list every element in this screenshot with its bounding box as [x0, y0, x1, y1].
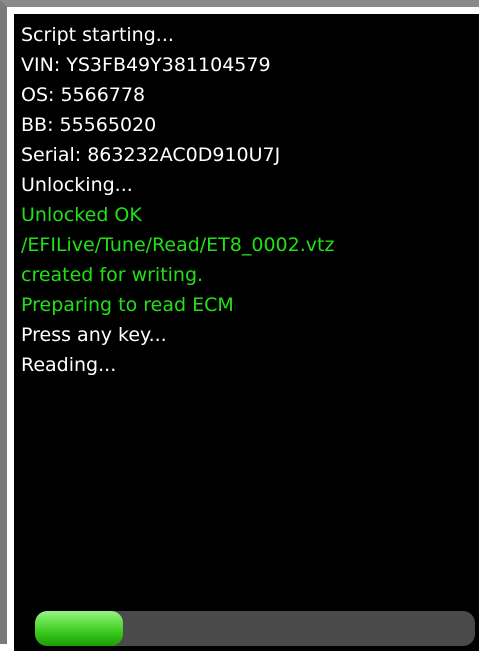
- log-line: Unlocked OK: [21, 204, 142, 226]
- log-line: BB: 55565020: [21, 114, 157, 136]
- log-list: Script starting... VIN: YS3FB49Y38110457…: [21, 20, 334, 380]
- log-line: Press any key...: [21, 324, 167, 346]
- log-line: Preparing to read ECM: [21, 294, 234, 316]
- log-line: Reading...: [21, 354, 117, 376]
- progress-bar: [35, 611, 475, 646]
- log-line: OS: 5566778: [21, 84, 146, 106]
- log-line: created for writing.: [21, 264, 204, 286]
- console-output: Script starting... VIN: YS3FB49Y38110457…: [14, 14, 479, 651]
- log-line: VIN: YS3FB49Y381104579: [21, 54, 271, 76]
- log-line: Serial: 863232AC0D910U7J: [21, 144, 281, 166]
- window-frame: Script starting... VIN: YS3FB49Y38110457…: [0, 0, 479, 651]
- log-line: Unlocking...: [21, 174, 133, 196]
- progress-bar-fill: [35, 611, 123, 646]
- log-line: /EFILive/Tune/Read/ET8_0002.vtz: [21, 234, 335, 256]
- log-line: Script starting...: [21, 24, 174, 46]
